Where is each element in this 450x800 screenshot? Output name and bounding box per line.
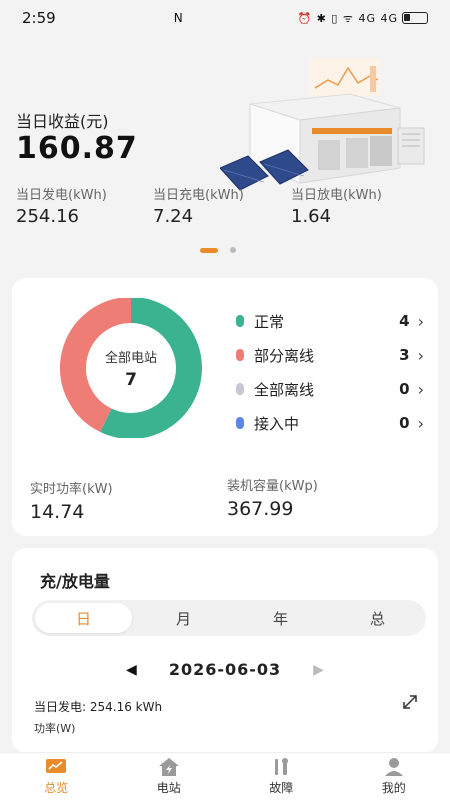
hero-summary[interactable]: 当日收益(元) 160.87 当日发电(kWh) 254.16 当日充电(kWh… bbox=[0, 36, 450, 266]
tab-label: 电站 bbox=[156, 781, 181, 795]
status-time: 2:59 bbox=[22, 9, 56, 27]
card-title: 充/放电量 bbox=[40, 572, 110, 591]
capacity-value: 367.99 bbox=[227, 498, 294, 520]
selected-date[interactable]: 2026-06-03 bbox=[169, 660, 281, 679]
prev-date-icon[interactable]: ◀ bbox=[126, 662, 137, 678]
stat-label: 当日放电(kWh) bbox=[291, 188, 382, 203]
charge-discharge-card: 充/放电量 日 月 年 总 ◀ 2026-06-03 ▶ 当日发电: 254.1… bbox=[12, 548, 438, 753]
tab-day[interactable]: 日 bbox=[35, 603, 132, 633]
legend-swatch bbox=[236, 315, 244, 327]
nfc-icon: N bbox=[173, 11, 183, 25]
expand-icon[interactable] bbox=[398, 690, 422, 714]
status-icons: ⏰ ✱ ▯ ᯤ 4G 4G bbox=[297, 11, 398, 25]
legend-label: 部分离线 bbox=[254, 346, 315, 365]
power-unit-label: 功率(W) bbox=[34, 722, 76, 735]
chevron-right-icon: › bbox=[417, 413, 424, 433]
legend-item-partial-offline[interactable]: 部分离线 3 › bbox=[236, 338, 424, 372]
bottom-tab-bar: 总览 电站 故障 我的 bbox=[0, 752, 450, 800]
chevron-right-icon: › bbox=[417, 379, 424, 399]
legend-item-all-offline[interactable]: 全部离线 0 › bbox=[236, 372, 424, 406]
status-bar: 2:59 N ⏰ ✱ ▯ ᯤ 4G 4G bbox=[0, 0, 450, 36]
stat-value: 254.16 bbox=[16, 206, 79, 227]
carousel-pager[interactable] bbox=[200, 247, 236, 253]
legend-swatch bbox=[236, 349, 244, 361]
realtime-power: 实时功率(kW) 14.74 bbox=[30, 478, 113, 523]
installed-capacity: 装机容量(kWp) 367.99 bbox=[227, 475, 318, 520]
donut-title: 全部电站 bbox=[104, 350, 157, 366]
station-status-card: 全部电站 7 正常 4 › 部分离线 3 › 全部离线 0 › 接入中 0 › bbox=[12, 278, 438, 536]
period-tabs: 日 月 年 总 bbox=[32, 600, 426, 636]
tab-overview[interactable]: 总览 bbox=[0, 753, 113, 800]
donut-center: 全部电站 7 bbox=[46, 298, 216, 438]
tab-label: 总览 bbox=[44, 781, 69, 795]
tab-label: 我的 bbox=[381, 781, 406, 795]
tab-label: 故障 bbox=[269, 781, 294, 795]
tab-station[interactable]: 电站 bbox=[113, 753, 226, 800]
chevron-right-icon: › bbox=[417, 345, 424, 365]
tab-profile[interactable]: 我的 bbox=[338, 753, 450, 800]
stat-label: 当日发电(kWh) bbox=[16, 188, 107, 203]
donut-total: 7 bbox=[125, 369, 137, 390]
today-income-label: 当日收益(元) bbox=[16, 112, 109, 131]
next-date-icon[interactable]: ▶ bbox=[313, 662, 324, 678]
station-legend: 正常 4 › 部分离线 3 › 全部离线 0 › 接入中 0 › bbox=[236, 304, 424, 440]
stat-label: 当日充电(kWh) bbox=[153, 188, 244, 203]
today-income-value: 160.87 bbox=[16, 131, 138, 166]
fault-icon bbox=[270, 757, 292, 777]
realtime-power-label: 实时功率(kW) bbox=[30, 482, 113, 497]
stat-today-discharge: 当日放电(kWh) 1.64 bbox=[291, 184, 382, 227]
tab-month[interactable]: 月 bbox=[135, 600, 232, 636]
pager-dot-active[interactable] bbox=[200, 247, 218, 253]
station-icon bbox=[158, 757, 180, 777]
date-navigator: ◀ 2026-06-03 ▶ bbox=[12, 660, 438, 679]
status-indicators: ⏰ ✱ ▯ ᯤ 4G 4G bbox=[297, 11, 428, 26]
legend-swatch bbox=[236, 383, 244, 395]
tab-fault[interactable]: 故障 bbox=[225, 753, 338, 800]
legend-label: 全部离线 bbox=[254, 380, 315, 399]
legend-count: 0 bbox=[399, 380, 410, 398]
power-station-illustration bbox=[220, 58, 425, 191]
stat-today-generation: 当日发电(kWh) 254.16 bbox=[16, 184, 107, 227]
capacity-label: 装机容量(kWp) bbox=[227, 479, 318, 494]
legend-item-connecting[interactable]: 接入中 0 › bbox=[236, 406, 424, 440]
legend-count: 4 bbox=[399, 312, 410, 330]
stat-value: 7.24 bbox=[153, 206, 194, 227]
legend-swatch bbox=[236, 417, 244, 429]
overview-icon bbox=[45, 757, 67, 777]
pager-dot[interactable] bbox=[230, 247, 236, 253]
legend-item-normal[interactable]: 正常 4 › bbox=[236, 304, 424, 338]
tab-total[interactable]: 总 bbox=[329, 600, 426, 636]
profile-icon bbox=[383, 757, 405, 777]
chevron-right-icon: › bbox=[417, 311, 424, 331]
legend-count: 0 bbox=[399, 414, 410, 432]
station-donut-chart: 全部电站 7 bbox=[46, 297, 216, 439]
tab-year[interactable]: 年 bbox=[232, 600, 329, 636]
stat-value: 1.64 bbox=[291, 206, 332, 227]
realtime-power-value: 14.74 bbox=[30, 501, 85, 523]
legend-label: 接入中 bbox=[254, 414, 300, 433]
today-generation-text: 当日发电: 254.16 kWh bbox=[34, 700, 163, 714]
stat-today-charge: 当日充电(kWh) 7.24 bbox=[153, 184, 244, 227]
legend-label: 正常 bbox=[254, 312, 285, 331]
legend-count: 3 bbox=[399, 346, 410, 364]
battery-icon bbox=[402, 12, 428, 24]
